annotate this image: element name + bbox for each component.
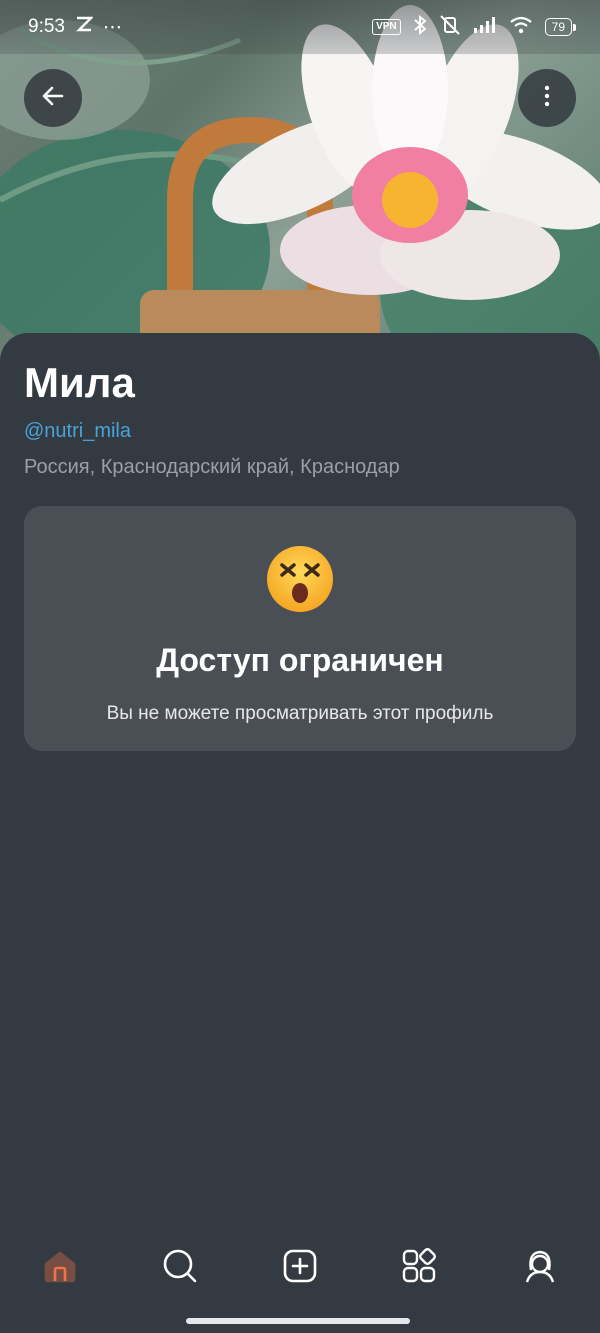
nav-apps[interactable] — [399, 1247, 439, 1289]
profile-sheet — [0, 333, 600, 1333]
restricted-subtitle: Вы не можете просматривать этот профиль — [106, 703, 494, 724]
profile-icon — [522, 1248, 558, 1289]
wifi-icon — [509, 16, 533, 38]
profile-location: Россия, Краснодарский край, Краснодар — [24, 456, 400, 478]
vpn-icon: VPN — [372, 19, 401, 35]
notification-app-icon — [75, 16, 94, 38]
signal-icon — [473, 16, 497, 38]
profile-handle[interactable]: @nutri_mila — [24, 420, 131, 443]
dizzy-face-icon — [266, 545, 334, 613]
home-indicator[interactable] — [186, 1318, 410, 1324]
profile-name: Мила — [24, 359, 135, 406]
nav-home[interactable] — [40, 1248, 80, 1288]
more-notifications-icon: ⋯ — [102, 16, 122, 38]
more-vertical-icon — [543, 85, 551, 112]
add-icon — [282, 1248, 318, 1289]
more-options-button[interactable] — [518, 69, 576, 127]
status-time: 9:53 — [28, 16, 65, 37]
status-bar: 9:53 ⋯ VPN 79 — [0, 0, 600, 54]
nav-search[interactable] — [160, 1248, 200, 1288]
nav-create[interactable] — [280, 1248, 320, 1288]
arrow-left-icon — [40, 83, 66, 114]
home-icon — [42, 1248, 78, 1289]
vibrate-mute-icon — [439, 15, 461, 39]
back-button[interactable] — [24, 69, 82, 127]
nav-profile[interactable] — [520, 1248, 560, 1288]
bluetooth-icon — [413, 14, 427, 39]
battery-indicator: 79 — [544, 18, 577, 36]
restricted-title: Доступ ограничен — [156, 642, 444, 678]
search-icon — [162, 1248, 198, 1289]
apps-icon — [401, 1247, 437, 1289]
cover-image — [0, 0, 600, 360]
